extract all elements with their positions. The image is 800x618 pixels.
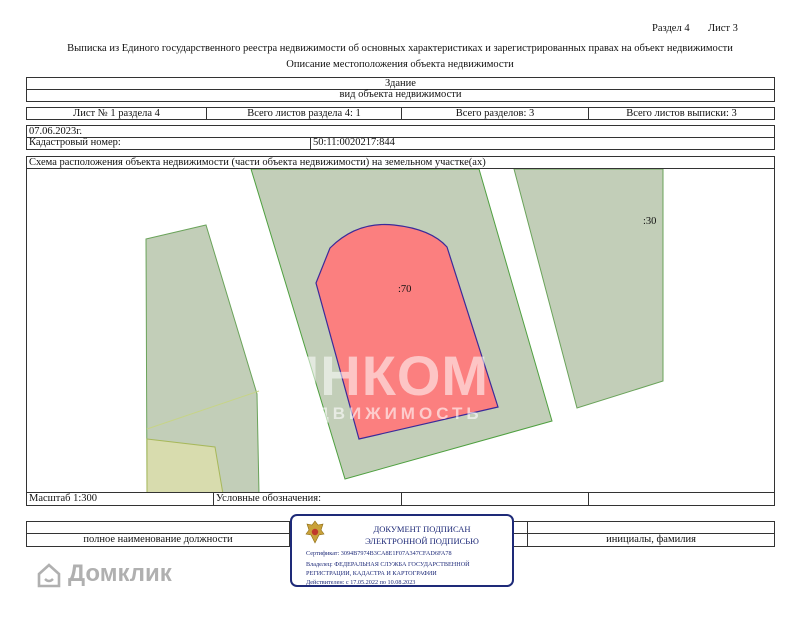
electronic-signature-stamp: ДОКУМЕНТ ПОДПИСАН ЭЛЕКТРОННОЙ ПОДПИСЬЮ С… — [290, 514, 514, 587]
left-lower-parcel — [146, 438, 224, 492]
cadastral-row: Кадастровый номер: 50:11:0020217:844 — [26, 137, 775, 150]
map-scale: Масштаб 1:300 — [29, 493, 98, 504]
stamp-owner-1: Владелец: ФЕДЕРАЛЬНАЯ СЛУЖБА ГОСУДАРСТВЕ… — [306, 561, 470, 568]
cadastral-label: Кадастровый номер: — [29, 137, 121, 148]
object-type-label: вид объекта недвижимости — [339, 89, 462, 100]
domclick-text: Домклик — [68, 560, 172, 587]
legend-row: Масштаб 1:300 Условные обозначения: — [26, 492, 775, 506]
scheme-title: Схема расположения объекта недвижимости … — [29, 157, 486, 168]
inkom-watermark-sub: НЕДВИЖИМОСТЬ — [285, 404, 483, 423]
stamp-certificate: Сертификат: 3094B7974B3CA8E1F07A347CFAD6… — [306, 550, 452, 557]
total-sheets-extract-cell: Всего листов выписки: 3 — [588, 108, 774, 119]
initials-label: инициалы, фамилия — [527, 534, 774, 546]
object-type-value: Здание — [385, 78, 416, 89]
sheets-row: Лист № 1 раздела 4 Всего листов раздела … — [26, 107, 775, 120]
signature-cell-3 — [527, 522, 774, 533]
document-subtitle: Описание местоположения объекта недвижим… — [286, 59, 514, 70]
inkom-watermark: ИНКОМ — [279, 344, 490, 407]
stamp-validity: Действителен: с 17.05.2022 по 10.08.2023 — [306, 579, 416, 586]
signature-cell-1 — [27, 522, 289, 533]
stamp-line-1: ДОКУМЕНТ ПОДПИСАН — [373, 524, 471, 534]
section-number: Раздел 4 — [652, 23, 690, 34]
legend-cell-3 — [401, 493, 588, 505]
sheet-no-cell: Лист № 1 раздела 4 — [73, 108, 160, 119]
legend-cell-4 — [588, 493, 774, 505]
sheet-number: Лист 3 — [708, 23, 738, 34]
emblem-icon — [305, 520, 325, 544]
document-title: Выписка из Единого государственного реес… — [67, 43, 733, 54]
house-icon — [37, 563, 61, 588]
total-sheets-section-cell: Всего листов раздела 4: 1 — [206, 108, 401, 119]
stamp-line-2: ЭЛЕКТРОННОЙ ПОДПИСЬЮ — [365, 536, 479, 546]
stamp-owner-2: РЕГИСТРАЦИИ, КАДАСТРА И КАРТОГРАФИИ — [306, 570, 437, 577]
object-type-label-row: вид объекта недвижимости — [26, 89, 775, 102]
location-map: :70 :30 ИНКОМ НЕДВИЖИМОСТЬ — [26, 168, 775, 493]
cadastral-number: 50:11:0020217:844 — [310, 137, 774, 149]
total-sections-cell: Всего разделов: 3 — [401, 108, 588, 119]
position-label: полное наименование должности — [83, 534, 233, 545]
map-drawing — [145, 169, 664, 492]
legend-label: Условные обозначения: — [213, 493, 401, 505]
parcel-label: :30 — [643, 216, 657, 227]
extract-date: 07.06.2023г. — [29, 126, 82, 137]
building-label: :70 — [398, 284, 412, 295]
